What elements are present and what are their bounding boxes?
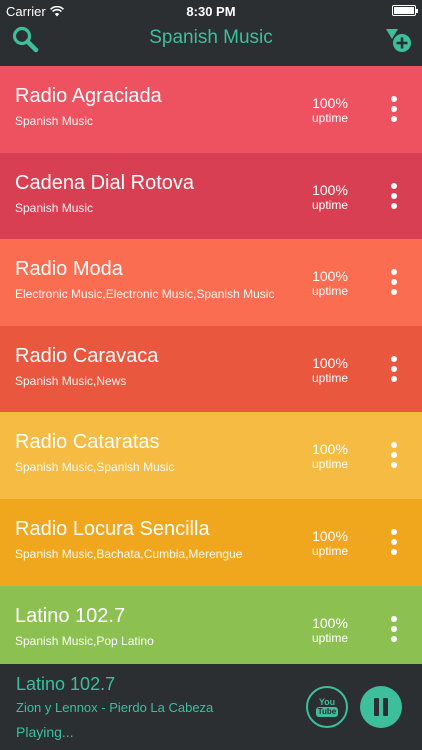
station-name: Radio Caravaca xyxy=(15,344,159,367)
station-genres: Spanish Music,Pop Latino xyxy=(15,633,154,648)
uptime-indicator: 100% uptime xyxy=(300,181,360,213)
uptime-value: 100% xyxy=(312,95,348,111)
station-row[interactable]: Radio Locura Sencilla Spanish Music,Bach… xyxy=(0,498,422,586)
station-name: Radio Moda xyxy=(15,258,123,281)
uptime-label: uptime xyxy=(311,457,349,472)
uptime-indicator: 100% uptime xyxy=(300,354,360,386)
station-genres: Spanish Music,Bachata,Cumbia,Merengue xyxy=(15,546,243,561)
more-options-icon[interactable] xyxy=(382,181,406,211)
pause-button[interactable] xyxy=(360,686,402,728)
status-time: 8:30 PM xyxy=(186,4,236,19)
uptime-indicator: 100% uptime xyxy=(300,269,360,299)
youtube-button[interactable]: You Tube xyxy=(306,686,348,728)
station-genres: Spanish Music xyxy=(15,114,94,128)
station-row[interactable]: Radio Caravaca Spanish Music,News 100% u… xyxy=(0,325,422,413)
more-options-icon[interactable] xyxy=(382,440,406,470)
station-name: Radio Cataratas xyxy=(15,431,160,454)
uptime-indicator: 100% uptime xyxy=(300,442,360,472)
uptime-indicator: 100% uptime xyxy=(300,614,360,646)
page-title: Spanish Music xyxy=(149,27,273,48)
station-genres: Spanish Music,News xyxy=(15,373,127,388)
uptime-value: 100% xyxy=(312,354,348,371)
nav-bar: Spanish Music xyxy=(0,22,422,66)
station-name: Radio Agraciada xyxy=(15,85,162,107)
station-name: Cadena Dial Rotova xyxy=(15,171,194,194)
station-row[interactable]: Radio Agraciada Spanish Music 100% uptim… xyxy=(0,66,422,153)
station-row[interactable]: Latino 102.7 Spanish Music,Pop Latino 10… xyxy=(0,585,422,673)
now-playing-track: Zion y Lennox - Pierdo La Cabeza xyxy=(16,700,214,715)
station-row[interactable]: Cadena Dial Rotova Spanish Music 100% up… xyxy=(0,152,422,240)
add-station-icon[interactable] xyxy=(384,26,412,54)
uptime-label: uptime xyxy=(311,197,349,212)
station-genres: Spanish Music xyxy=(15,200,94,215)
uptime-value: 100% xyxy=(312,614,348,631)
station-row[interactable]: Radio Cataratas Spanish Music,Spanish Mu… xyxy=(0,412,422,499)
uptime-label: uptime xyxy=(311,111,349,125)
uptime-indicator: 100% uptime xyxy=(300,96,360,126)
station-name: Radio Locura Sencilla xyxy=(15,517,210,540)
more-options-icon[interactable] xyxy=(382,267,406,297)
station-row[interactable]: Radio Moda Electronic Music,Electronic M… xyxy=(0,239,422,326)
uptime-value: 100% xyxy=(312,181,348,198)
uptime-value: 100% xyxy=(312,268,348,285)
uptime-value: 100% xyxy=(312,441,348,458)
uptime-indicator: 100% uptime xyxy=(300,527,360,559)
battery-icon xyxy=(392,5,418,16)
more-options-icon[interactable] xyxy=(382,94,406,124)
uptime-label: uptime xyxy=(311,543,349,558)
station-name: Latino 102.7 xyxy=(15,604,126,627)
status-bar: Carrier 8:30 PM xyxy=(0,0,422,22)
uptime-label: uptime xyxy=(311,630,349,645)
uptime-value: 100% xyxy=(312,527,348,544)
youtube-icon-you: You xyxy=(318,696,336,707)
youtube-icon-tube: Tube xyxy=(315,706,339,717)
now-playing-station: Latino 102.7 xyxy=(16,674,116,694)
now-playing-bar: Latino 102.7 Zion y Lennox - Pierdo La C… xyxy=(0,664,422,750)
playback-state: Playing... xyxy=(16,724,74,740)
more-options-icon[interactable] xyxy=(382,354,406,384)
station-genres: Electronic Music,Electronic Music,Spanis… xyxy=(15,287,275,302)
station-list: Radio Agraciada Spanish Music 100% uptim… xyxy=(0,66,422,673)
more-options-icon[interactable] xyxy=(382,614,406,644)
more-options-icon[interactable] xyxy=(382,527,406,557)
uptime-label: uptime xyxy=(311,284,349,299)
uptime-label: uptime xyxy=(311,370,349,385)
station-genres: Spanish Music,Spanish Music xyxy=(15,460,175,475)
